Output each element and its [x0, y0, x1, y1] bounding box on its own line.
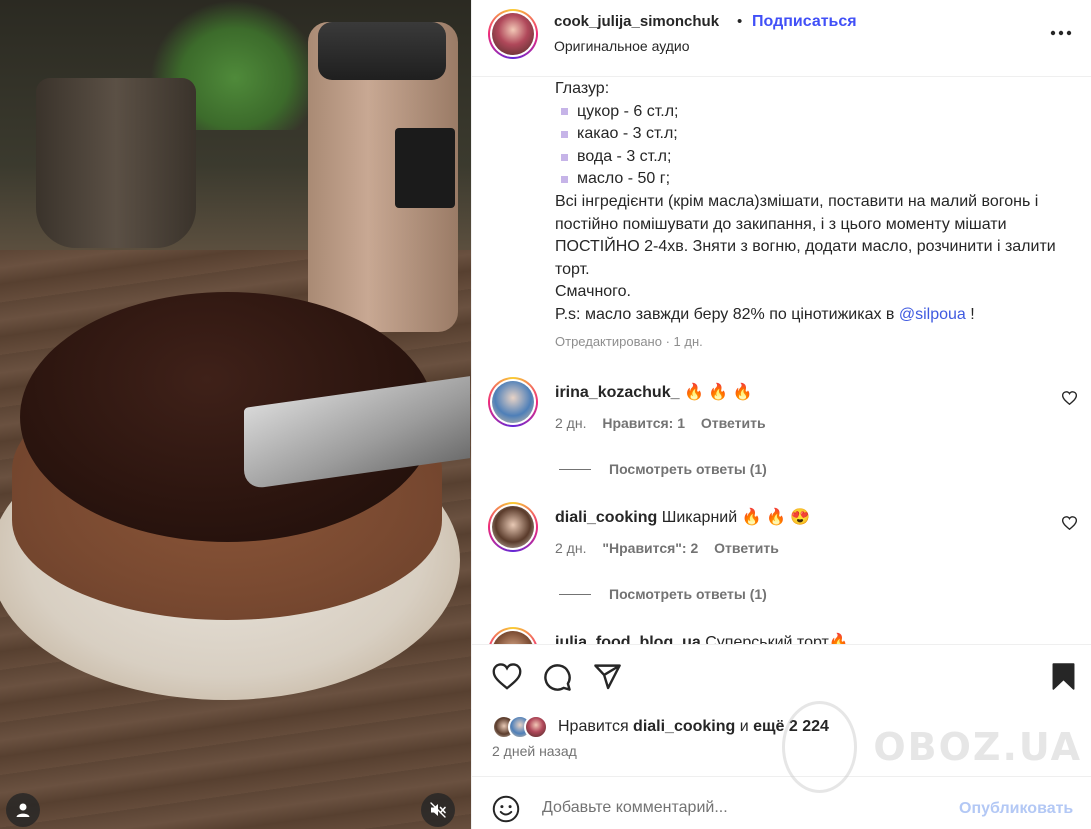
comment-text: 🔥 🔥 🔥 — [683, 384, 753, 401]
ingredient-item: масло - 50 г; — [555, 168, 1085, 191]
post-actions: Нравится diali_cooking и ещё 2 224 2 дне… — [472, 644, 1091, 776]
comment-text: Шикарний 🔥 🔥 😍 — [661, 509, 811, 526]
commenter-username[interactable]: irina_kozachuk_ — [555, 384, 680, 401]
likes-summary: Нравится diali_cooking и ещё 2 224 — [492, 715, 829, 739]
add-comment-bar: Опубликовать — [472, 776, 1091, 829]
bookmark-icon — [1052, 663, 1075, 690]
reply-button[interactable]: Ответить — [701, 415, 766, 431]
comment-icon — [544, 664, 571, 691]
comment-time: 2 дн. — [555, 415, 587, 431]
commenter-avatar[interactable] — [488, 502, 538, 552]
glaze-title: Глазур: — [555, 80, 610, 97]
likes-count[interactable]: ещё 2 224 — [753, 718, 829, 735]
share-button[interactable] — [593, 663, 622, 695]
comment-input[interactable] — [542, 797, 942, 819]
comment-likes[interactable]: "Нравится": 2 — [602, 540, 698, 556]
comment-button[interactable] — [543, 663, 572, 697]
comment-like-button[interactable] — [1061, 516, 1078, 535]
mute-button[interactable] — [421, 793, 455, 827]
jar-label — [395, 128, 455, 208]
ingredient-item: вода - 3 ст.л; — [555, 146, 1085, 169]
view-replies-button[interactable]: Посмотреть ответы (1) — [559, 461, 767, 477]
subscribe-button[interactable]: Подписаться — [752, 13, 857, 31]
edited-timestamp: Отредактировано · 1 дн. — [555, 334, 703, 349]
liker-avatar[interactable] — [524, 715, 548, 739]
post-date[interactable]: 2 дней назад — [492, 743, 577, 759]
user-icon — [16, 803, 30, 817]
more-horizontal-icon — [1050, 30, 1072, 36]
tagged-users-button[interactable] — [6, 793, 40, 827]
ingredient-item: какао - 3 ст.л; — [555, 123, 1085, 146]
muted-speaker-icon — [430, 802, 446, 818]
publish-button[interactable]: Опубликовать — [959, 800, 1073, 818]
view-replies-button[interactable]: Посмотреть ответы (1) — [559, 586, 767, 602]
post-media[interactable] — [0, 0, 471, 829]
jar-lid — [318, 22, 446, 80]
heart-icon — [1061, 391, 1078, 406]
reply-button[interactable]: Ответить — [714, 540, 779, 556]
heart-icon — [492, 663, 522, 690]
emoji-icon — [492, 795, 520, 823]
closing-text: Смачного. — [555, 283, 631, 301]
save-button[interactable] — [1052, 663, 1075, 695]
audio-label[interactable]: Оригинальное аудио — [554, 38, 690, 54]
comments-scroll-area[interactable]: Глазур: цукор - 6 ст.л; какао - 3 ст.л; … — [472, 78, 1091, 644]
more-options-button[interactable] — [1046, 20, 1076, 46]
ingredient-item: цукор - 6 ст.л; — [555, 101, 1085, 124]
ps-text: P.s: масло завжди беру 82% по цінотижика… — [555, 305, 975, 323]
comment-likes[interactable]: Нравится: 1 — [602, 415, 685, 431]
header-separator: • — [737, 13, 743, 30]
post-panel: cook_julija_simonchuk • Подписаться Ориг… — [471, 0, 1091, 829]
instructions-text: Всі інгредієнти (крім масла)змішати, пос… — [555, 192, 1056, 278]
commenter-avatar[interactable] — [488, 627, 538, 644]
send-icon — [594, 664, 621, 690]
commenter-avatar[interactable] — [488, 377, 538, 427]
post-header: cook_julija_simonchuk • Подписаться Ориг… — [472, 0, 1091, 77]
comment-like-button[interactable] — [1061, 391, 1078, 410]
silpo-mention-link[interactable]: @silpoua — [899, 306, 966, 323]
post-caption: Глазур: цукор - 6 ст.л; какао - 3 ст.л; … — [555, 78, 1085, 327]
heart-icon — [1061, 516, 1078, 531]
mortar-bowl — [36, 78, 196, 248]
commenter-username[interactable]: julia_food_blog_ua — [555, 634, 701, 644]
comment-text: Суперський торт🔥 — [705, 634, 849, 644]
author-avatar[interactable] — [488, 9, 538, 59]
commenter-username[interactable]: diali_cooking — [555, 509, 657, 526]
author-username[interactable]: cook_julija_simonchuk — [554, 13, 719, 30]
emoji-button[interactable] — [492, 795, 520, 828]
comment-time: 2 дн. — [555, 540, 587, 556]
liker-username[interactable]: diali_cooking — [633, 718, 735, 735]
like-button[interactable] — [492, 663, 522, 695]
